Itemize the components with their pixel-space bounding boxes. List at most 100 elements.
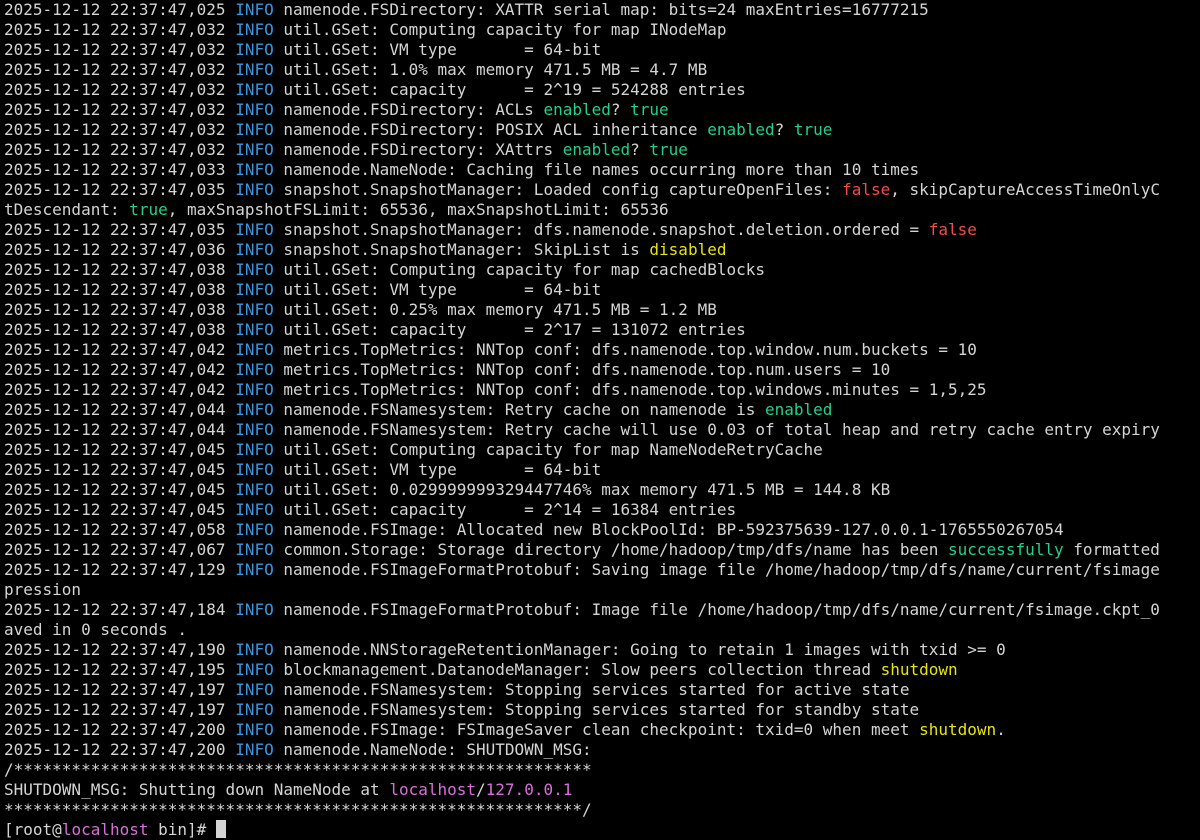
- log-level: INFO: [235, 720, 274, 739]
- log-text: enabled: [562, 140, 631, 159]
- log-level: INFO: [235, 60, 274, 79]
- log-text: util.GSet: 1.0% max memory 471.5 MB = 4.…: [273, 60, 708, 79]
- text-cursor[interactable]: [215, 820, 226, 838]
- log-line: 2025-12-12 22:37:47,045 INFO util.GSet: …: [4, 500, 1200, 520]
- log-level: INFO: [235, 680, 274, 699]
- log-line: SHUTDOWN_MSG: Shutting down NameNode at …: [4, 780, 1200, 800]
- log-level: INFO: [235, 520, 274, 539]
- log-text: namenode.NameNode: Caching file names oc…: [273, 160, 920, 179]
- log-text: snapshot.SnapshotManager: dfs.namenode.s…: [273, 220, 929, 239]
- prompt-at: @: [52, 820, 62, 839]
- log-text: 2025-12-12 22:37:47,045: [4, 500, 236, 519]
- log-line: 2025-12-12 22:37:47,067 INFO common.Stor…: [4, 540, 1200, 560]
- log-text: enabled: [543, 100, 611, 119]
- log-line: 2025-12-12 22:37:47,032 INFO namenode.FS…: [4, 120, 1200, 140]
- log-line: 2025-12-12 22:37:47,190 INFO namenode.NN…: [4, 640, 1200, 660]
- log-text: /***************************************…: [4, 760, 592, 779]
- log-level: INFO: [235, 240, 274, 259]
- log-line: 2025-12-12 22:37:47,044 INFO namenode.FS…: [4, 400, 1200, 420]
- log-text: metrics.TopMetrics: NNTop conf: dfs.name…: [273, 340, 977, 359]
- log-text: 2025-12-12 22:37:47,032: [4, 120, 236, 139]
- log-line: 2025-12-12 22:37:47,038 INFO util.GSet: …: [4, 300, 1200, 320]
- log-text: 2025-12-12 22:37:47,067: [4, 540, 236, 559]
- log-text: namenode.FSDirectory: XAttrs: [273, 140, 563, 159]
- log-text: metrics.TopMetrics: NNTop conf: dfs.name…: [273, 360, 891, 379]
- log-text: namenode.FSImage: FSImageSaver clean che…: [273, 720, 920, 739]
- shell-prompt[interactable]: [root@localhost bin]#: [4, 820, 1200, 840]
- log-level: INFO: [235, 20, 274, 39]
- log-text: namenode.FSNamesystem: Retry cache on na…: [273, 400, 765, 419]
- log-text: disabled: [649, 240, 727, 259]
- log-text: shutdown: [919, 720, 997, 739]
- prompt-open-bracket: [: [4, 820, 14, 839]
- log-text: metrics.TopMetrics: NNTop conf: dfs.name…: [273, 380, 987, 399]
- log-level: INFO: [235, 160, 274, 179]
- log-text: 2025-12-12 22:37:47,045: [4, 440, 236, 459]
- log-text: namenode.FSDirectory: XATTR serial map: …: [273, 0, 929, 19]
- log-text: , skipCaptureAccessTimeOnlyC: [890, 180, 1160, 199]
- log-level: INFO: [235, 300, 274, 319]
- log-text: tDescendant:: [4, 200, 130, 219]
- log-text: formatted: [1063, 540, 1160, 559]
- log-text: common.Storage: Storage directory /home/…: [273, 540, 949, 559]
- log-text: ?: [610, 100, 631, 119]
- log-text: 2025-12-12 22:37:47,042: [4, 340, 236, 359]
- log-level: INFO: [235, 140, 274, 159]
- log-text: ?: [630, 140, 650, 159]
- log-text: true: [630, 100, 669, 119]
- log-text: shutdown: [880, 660, 958, 679]
- log-text: namenode.FSDirectory: ACLs: [273, 100, 544, 119]
- log-text: enabled: [765, 400, 833, 419]
- prompt-user: root: [13, 820, 53, 839]
- log-text: false: [928, 220, 977, 239]
- terminal-window[interactable]: 2025-12-12 22:37:47,025 INFO namenode.FS…: [0, 0, 1200, 840]
- log-text: 2025-12-12 22:37:47,045: [4, 460, 236, 479]
- log-line: /***************************************…: [4, 760, 1200, 780]
- log-text: 2025-12-12 22:37:47,042: [4, 380, 236, 399]
- log-line: 2025-12-12 22:37:47,042 INFO metrics.Top…: [4, 340, 1200, 360]
- log-text: 2025-12-12 22:37:47,038: [4, 320, 236, 339]
- log-text: 2025-12-12 22:37:47,129: [4, 560, 236, 579]
- log-line: 2025-12-12 22:37:47,025 INFO namenode.FS…: [4, 0, 1200, 20]
- log-line: ****************************************…: [4, 800, 1200, 820]
- log-line: 2025-12-12 22:37:47,042 INFO metrics.Top…: [4, 360, 1200, 380]
- log-text: false: [842, 180, 891, 199]
- log-line: 2025-12-12 22:37:47,042 INFO metrics.Top…: [4, 380, 1200, 400]
- log-text: , maxSnapshotFSLimit: 65536, maxSnapshot…: [167, 200, 669, 219]
- log-line: 2025-12-12 22:37:47,032 INFO util.GSet: …: [4, 20, 1200, 40]
- log-text: util.GSet: Computing capacity for map Na…: [273, 440, 823, 459]
- log-level: INFO: [235, 740, 274, 759]
- log-text: 2025-12-12 22:37:47,032: [4, 40, 236, 59]
- prompt-path: bin: [148, 820, 188, 839]
- log-text: aved in 0 seconds .: [4, 620, 188, 639]
- log-text: namenode.FSNamesystem: Stopping services…: [273, 680, 910, 699]
- log-text: 2025-12-12 22:37:47,032: [4, 60, 236, 79]
- log-line: aved in 0 seconds .: [4, 620, 1200, 640]
- log-text: SHUTDOWN_MSG: Shutting down NameNode at: [4, 780, 390, 799]
- log-text: util.GSet: VM type = 64-bit: [273, 460, 602, 479]
- log-level: INFO: [235, 700, 274, 719]
- log-line: 2025-12-12 22:37:47,044 INFO namenode.FS…: [4, 420, 1200, 440]
- log-line: tDescendant: true, maxSnapshotFSLimit: 6…: [4, 200, 1200, 220]
- log-text: successfully: [948, 540, 1064, 559]
- log-text: 2025-12-12 22:37:47,045: [4, 480, 236, 499]
- log-text: true: [129, 200, 168, 219]
- log-text: util.GSet: VM type = 64-bit: [273, 280, 602, 299]
- log-text: 2025-12-12 22:37:47,032: [4, 20, 236, 39]
- log-text: 2025-12-12 22:37:47,044: [4, 420, 236, 439]
- log-level: INFO: [235, 360, 274, 379]
- log-text: util.GSet: Computing capacity for map IN…: [273, 20, 727, 39]
- log-text: util.GSet: capacity = 2^14 = 16384 entri…: [273, 500, 737, 519]
- log-text: namenode.NameNode: SHUTDOWN_MSG:: [273, 740, 592, 759]
- log-text: true: [793, 120, 833, 139]
- log-line: 2025-12-12 22:37:47,045 INFO util.GSet: …: [4, 480, 1200, 500]
- log-text: 2025-12-12 22:37:47,058: [4, 520, 236, 539]
- log-line: 2025-12-12 22:37:47,195 INFO blockmanage…: [4, 660, 1200, 680]
- log-text: 127.0.0.1: [485, 780, 573, 799]
- log-level: INFO: [235, 80, 274, 99]
- log-level: INFO: [235, 260, 274, 279]
- log-text: namenode.NNStorageRetentionManager: Goin…: [273, 640, 1006, 659]
- log-text: true: [649, 140, 688, 159]
- log-text: 2025-12-12 22:37:47,032: [4, 100, 236, 119]
- log-text: blockmanagement.DatanodeManager: Slow pe…: [273, 660, 881, 679]
